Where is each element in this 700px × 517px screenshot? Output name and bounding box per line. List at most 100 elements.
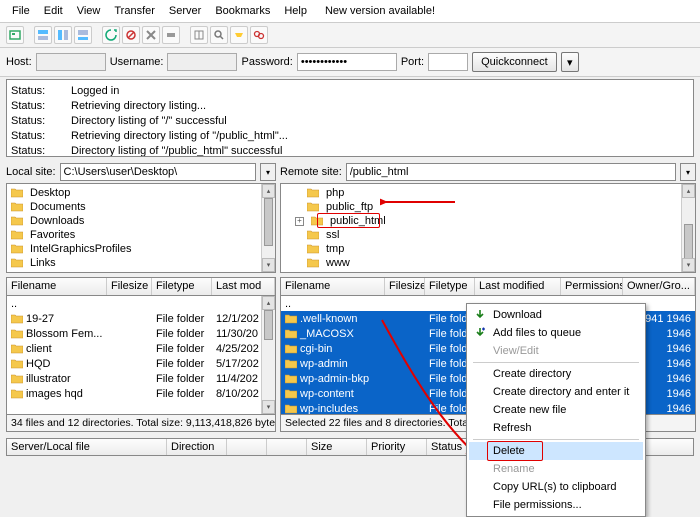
transfer-col[interactable]: [267, 439, 307, 455]
local-path-dropdown[interactable]: ▾: [260, 163, 276, 181]
menu-file[interactable]: File: [6, 3, 36, 19]
transfer-col[interactable]: Size: [307, 439, 367, 455]
table-row[interactable]: illustratorFile folder11/4/202: [7, 371, 275, 386]
ctx-add-to-queue[interactable]: Add files to queue: [469, 324, 643, 342]
toggle-tree-icon[interactable]: [54, 26, 72, 44]
username-label: Username:: [110, 56, 164, 68]
menu-bookmarks[interactable]: Bookmarks: [209, 3, 276, 19]
col-owner[interactable]: Owner/Gro...: [623, 278, 695, 295]
ctx-create-file[interactable]: Create new file: [469, 401, 643, 419]
reconnect-icon[interactable]: [190, 26, 208, 44]
col-filetype[interactable]: Filetype: [425, 278, 475, 295]
tree-item[interactable]: php: [283, 186, 693, 200]
ctx-file-permissions[interactable]: File permissions...: [469, 496, 643, 514]
local-panel: Local site: ▾ DesktopDocumentsDownloadsF…: [6, 159, 276, 432]
table-row[interactable]: clientFile folder4/25/202: [7, 341, 275, 356]
disconnect-icon[interactable]: [162, 26, 180, 44]
tree-item[interactable]: Downloads: [9, 214, 273, 228]
remote-site-label: Remote site:: [280, 166, 342, 178]
ctx-copy-url[interactable]: Copy URL(s) to clipboard: [469, 478, 643, 496]
local-site-label: Local site:: [6, 166, 56, 178]
local-status-strip: 34 files and 12 directories. Total size:…: [6, 415, 276, 432]
ctx-create-directory-enter[interactable]: Create directory and enter it: [469, 383, 643, 401]
menu-server[interactable]: Server: [163, 3, 207, 19]
table-row[interactable]: ..: [7, 296, 275, 311]
col-filetype[interactable]: Filetype: [152, 278, 212, 295]
ctx-download[interactable]: Download: [469, 306, 643, 324]
local-path-input[interactable]: [60, 163, 256, 181]
menu-view[interactable]: View: [71, 3, 107, 19]
context-menu: Download Add files to queue View/Edit Cr…: [466, 303, 646, 517]
sitemanager-icon[interactable]: [6, 26, 24, 44]
col-lastmod[interactable]: Last modified: [475, 278, 561, 295]
ctx-rename: Rename: [469, 460, 643, 478]
search-icon[interactable]: [250, 26, 268, 44]
menu-help[interactable]: Help: [278, 3, 313, 19]
col-filename[interactable]: Filename: [7, 278, 107, 295]
log-label: Status:: [11, 114, 61, 128]
cancel-icon[interactable]: [142, 26, 160, 44]
quickconnect-button[interactable]: Quickconnect: [472, 52, 557, 72]
delete-highlight: [487, 441, 543, 461]
compare-icon[interactable]: [230, 26, 248, 44]
local-list-scrollbar[interactable]: ▴▾: [261, 296, 275, 414]
log-label: Status:: [11, 99, 61, 113]
process-queue-icon[interactable]: [122, 26, 140, 44]
tree-item[interactable]: Desktop: [9, 186, 273, 200]
col-lastmod[interactable]: Last mod: [212, 278, 275, 295]
ctx-refresh[interactable]: Refresh: [469, 419, 643, 437]
tree-item[interactable]: Documents: [9, 200, 273, 214]
add-queue-icon: [473, 326, 487, 340]
local-file-list[interactable]: ..19-27File folder12/1/202Blossom Fem...…: [6, 295, 276, 415]
status-log[interactable]: Status:Logged inStatus:Retrieving direct…: [6, 79, 694, 157]
ctx-create-directory[interactable]: Create directory: [469, 365, 643, 383]
menu-transfer[interactable]: Transfer: [108, 3, 161, 19]
tree-item[interactable]: IntelGraphicsProfiles: [9, 242, 273, 256]
toggle-log-icon[interactable]: [34, 26, 52, 44]
log-text: Directory listing of "/" successful: [71, 114, 227, 128]
quickconnect-dropdown[interactable]: ▾: [561, 52, 579, 72]
remote-path-input[interactable]: [346, 163, 676, 181]
remote-path-dropdown[interactable]: ▾: [680, 163, 696, 181]
tree-item[interactable]: public_ftp: [283, 200, 693, 214]
local-tree[interactable]: DesktopDocumentsDownloadsFavoritesIntelG…: [6, 183, 276, 273]
tree-item[interactable]: ssl: [283, 228, 693, 242]
log-label: Status:: [11, 144, 61, 158]
tree-item[interactable]: Favorites: [9, 228, 273, 242]
ctx-delete[interactable]: Delete: [469, 442, 643, 460]
tree-item[interactable]: www: [283, 256, 693, 270]
username-input[interactable]: [167, 53, 237, 71]
tree-item[interactable]: Links: [9, 256, 273, 270]
expand-icon[interactable]: +: [295, 217, 304, 226]
port-input[interactable]: [428, 53, 468, 71]
table-row[interactable]: 19-27File folder12/1/202: [7, 311, 275, 326]
ctx-separator: [473, 362, 639, 363]
remote-list-header[interactable]: Filename Filesize Filetype Last modified…: [280, 277, 696, 295]
col-permissions[interactable]: Permissions: [561, 278, 623, 295]
tree-item[interactable]: tmp: [283, 242, 693, 256]
table-row[interactable]: HQDFile folder5/17/202: [7, 356, 275, 371]
transfer-col[interactable]: Direction: [167, 439, 227, 455]
local-tree-scrollbar[interactable]: ▴▾: [261, 184, 275, 272]
host-input[interactable]: [36, 53, 106, 71]
col-filesize[interactable]: Filesize: [385, 278, 425, 295]
password-label: Password:: [241, 56, 292, 68]
menu-edit[interactable]: Edit: [38, 3, 69, 19]
refresh-icon[interactable]: [102, 26, 120, 44]
password-input[interactable]: [297, 53, 397, 71]
toggle-queue-icon[interactable]: [74, 26, 92, 44]
table-row[interactable]: images hqdFile folder8/10/202: [7, 386, 275, 401]
transfer-col[interactable]: Server/Local file: [7, 439, 167, 455]
download-icon: [473, 308, 487, 322]
table-row[interactable]: Blossom Fem...File folder11/30/20: [7, 326, 275, 341]
filter-icon[interactable]: [210, 26, 228, 44]
col-filename[interactable]: Filename: [281, 278, 385, 295]
new-version-link[interactable]: New version available!: [319, 3, 441, 19]
toolbar: [0, 23, 700, 48]
local-list-header[interactable]: Filename Filesize Filetype Last mod: [6, 277, 276, 295]
remote-tree[interactable]: phppublic_ftp+public_htmlssltmpwww ▴▾: [280, 183, 696, 273]
log-label: Status:: [11, 129, 61, 143]
remote-tree-scrollbar[interactable]: ▴▾: [681, 184, 695, 272]
transfer-col[interactable]: [227, 439, 267, 455]
col-filesize[interactable]: Filesize: [107, 278, 152, 295]
